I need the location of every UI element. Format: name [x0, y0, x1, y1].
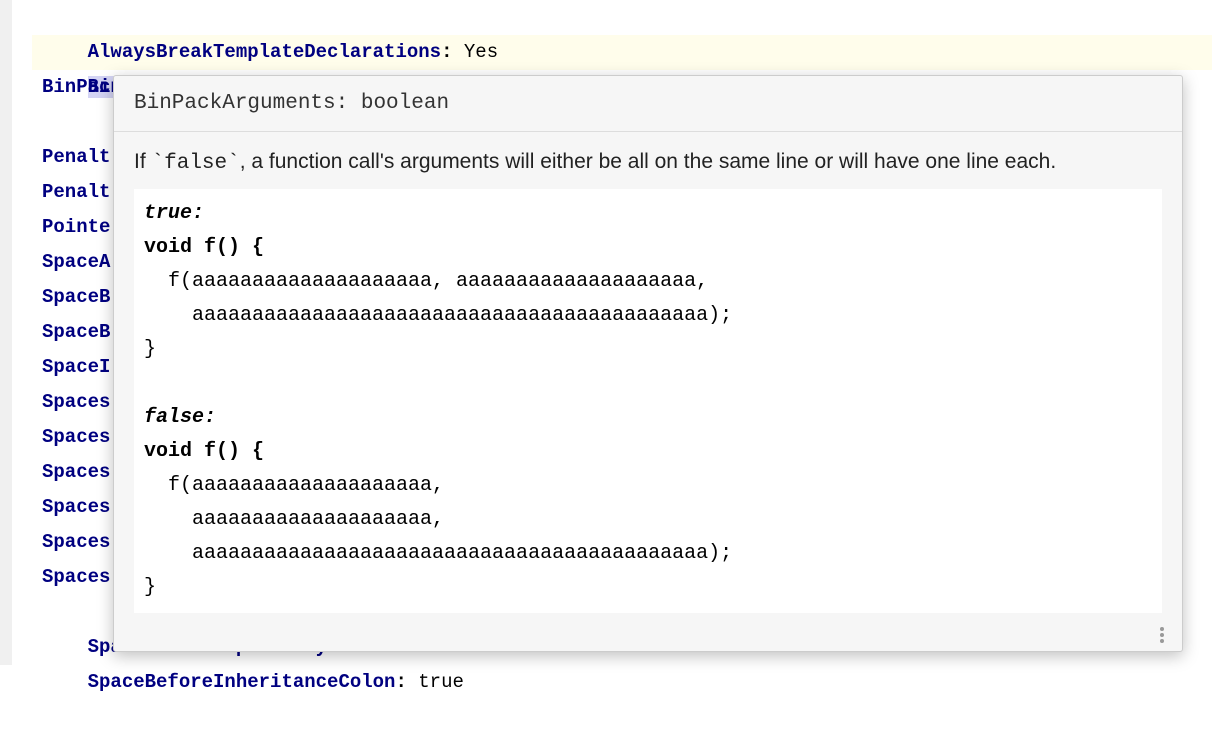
config-key: SpaceA	[42, 251, 110, 273]
config-line[interactable]: AlwaysBreakTemplateDeclarations: Yes	[32, 0, 1212, 35]
inline-code: `false`	[152, 152, 240, 175]
example-label-true: true:	[144, 202, 204, 225]
colon: :	[441, 41, 464, 63]
config-key: SpaceB	[42, 286, 110, 308]
config-value: Yes	[464, 41, 498, 63]
config-key: SpaceB	[42, 321, 110, 343]
popup-description: If `false`, a function call's arguments …	[134, 146, 1162, 181]
config-key: Spaces	[42, 426, 110, 448]
config-key: SpaceBeforeInheritanceColon	[88, 671, 396, 693]
example-label-false: false:	[144, 406, 216, 429]
colon: :	[395, 671, 418, 693]
code-example: true: void f() { f(aaaaaaaaaaaaaaaaaaaa,…	[134, 189, 1162, 613]
documentation-popup: BinPackArguments: boolean If `false`, a …	[113, 75, 1183, 652]
config-key: AlwaysBreakTemplateDeclarations	[88, 41, 441, 63]
config-key: Spaces	[42, 566, 110, 588]
popup-body: If `false`, a function call's arguments …	[114, 132, 1182, 613]
more-vertical-icon[interactable]	[1154, 625, 1170, 645]
config-key: BinPac	[42, 76, 110, 98]
config-key: Penalt	[42, 181, 110, 203]
config-value: true	[418, 671, 464, 693]
popup-header: BinPackArguments: boolean	[114, 76, 1182, 132]
config-key: Spaces	[42, 391, 110, 413]
config-key: Spaces	[42, 461, 110, 483]
config-key: Penalt	[42, 146, 110, 168]
config-key: Pointe	[42, 216, 110, 238]
popup-footer	[114, 625, 1182, 651]
config-key: SpaceI	[42, 356, 110, 378]
config-key: Spaces	[42, 531, 110, 553]
config-key: Spaces	[42, 496, 110, 518]
